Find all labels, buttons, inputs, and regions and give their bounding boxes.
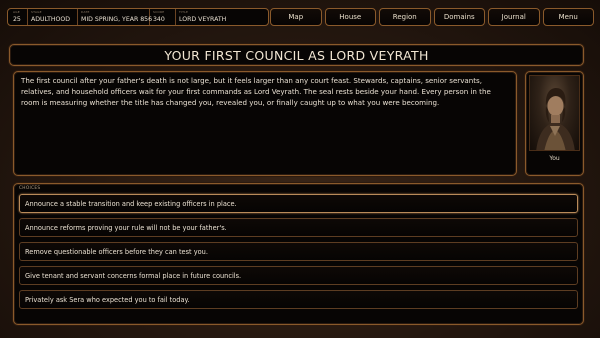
- choice-option[interactable]: Remove questionable officers before they…: [19, 242, 578, 261]
- portrait-panel: You: [525, 71, 584, 176]
- portrait-label: You: [549, 155, 560, 162]
- nav-region-button[interactable]: Region: [379, 8, 431, 26]
- nav-journal-button[interactable]: Journal: [488, 8, 540, 26]
- stat-title: TITLE LORD VEYRATH: [176, 9, 266, 25]
- stat-stage-value: ADULTHOOD: [31, 16, 71, 23]
- nav-domains-button[interactable]: Domains: [433, 8, 485, 26]
- choice-option[interactable]: Give tenant and servant concerns formal …: [19, 266, 578, 285]
- main-nav: Map House Region Domains Journal Menu: [270, 8, 594, 26]
- story-text: The first council after your father's de…: [21, 76, 491, 107]
- nav-house-button[interactable]: House: [324, 8, 376, 26]
- choice-option[interactable]: Privately ask Sera who expected you to f…: [19, 290, 578, 309]
- portrait-figure-icon: [536, 88, 575, 150]
- choices-panel: CHOICES Announce a stable transition and…: [13, 183, 584, 325]
- choice-option[interactable]: Announce a stable transition and keep ex…: [19, 194, 578, 213]
- stat-stage: STAGE ADULTHOOD: [28, 9, 78, 25]
- choices-caption: CHOICES: [19, 186, 41, 191]
- stat-title-value: LORD VEYRATH: [179, 16, 227, 23]
- story-panel: The first council after your father's de…: [13, 71, 517, 176]
- nav-map-button[interactable]: Map: [270, 8, 322, 26]
- choice-option[interactable]: Announce reforms proving your rule will …: [19, 218, 578, 237]
- nav-menu-button[interactable]: Menu: [542, 8, 594, 26]
- status-bar: AGE 25 STAGE ADULTHOOD DATE MID SPRING, …: [7, 8, 269, 26]
- stat-age: AGE 25: [10, 9, 28, 25]
- stat-score: SCORE 340: [150, 9, 176, 25]
- scene-title: YOUR FIRST COUNCIL AS LORD VEYRATH: [164, 47, 429, 63]
- stat-score-value: 340: [153, 16, 165, 23]
- stat-stage-caption: STAGE: [31, 10, 42, 14]
- stat-age-caption: AGE: [13, 10, 20, 14]
- stat-date-caption: DATE: [81, 10, 90, 14]
- stat-score-caption: SCORE: [153, 10, 165, 14]
- stat-title-caption: TITLE: [179, 10, 189, 14]
- scene-title-bar: YOUR FIRST COUNCIL AS LORD VEYRATH: [9, 44, 584, 66]
- stat-date: DATE MID SPRING, YEAR 856: [78, 9, 153, 25]
- character-portrait: [529, 75, 580, 151]
- stat-age-value: 25: [13, 16, 21, 23]
- stat-date-value: MID SPRING, YEAR 856: [81, 16, 153, 23]
